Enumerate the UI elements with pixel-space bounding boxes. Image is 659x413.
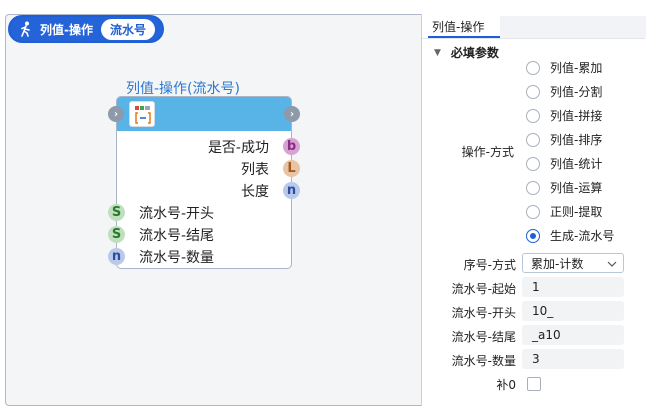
column-operation-icon [129, 101, 155, 127]
flow-in-arrow-icon[interactable]: › [108, 106, 124, 122]
field-start-input[interactable]: 1 [522, 277, 624, 297]
select-value: 累加-计数 [531, 256, 584, 271]
radio-button[interactable] [526, 60, 540, 75]
input-label-count: 流水号-数量 [139, 250, 215, 266]
field-suffix-input[interactable]: _a10 [522, 325, 624, 345]
sequence-mode-label: 序号-方式 [463, 258, 516, 272]
radio-option[interactable]: 列值-拼接 [526, 107, 602, 124]
field-label-start: 流水号-起始 [451, 282, 516, 296]
section-title: 必填参数 [450, 46, 499, 60]
radio-option[interactable]: 列值-分割 [526, 83, 602, 100]
radio-option[interactable]: 列值-累加 [526, 59, 602, 76]
node-header [117, 97, 291, 131]
chevron-down-icon [607, 256, 617, 270]
radio-button[interactable] [526, 132, 540, 147]
output-port-success[interactable]: b [283, 138, 300, 155]
sequence-mode-select[interactable]: 累加-计数 [522, 253, 624, 273]
tabbar-background [500, 16, 646, 38]
output-label-list: 列表 [241, 162, 269, 178]
radio-label: 列值-拼接 [550, 109, 603, 123]
radio-option[interactable]: 列值-排序 [526, 131, 602, 148]
radio-button[interactable] [526, 108, 540, 123]
radio-button-checked[interactable] [526, 228, 540, 243]
field-prefix-input[interactable]: 10_ [522, 301, 624, 321]
input-label-suffix: 流水号-结尾 [139, 228, 215, 244]
operation-mode-label: 操作-方式 [461, 145, 514, 159]
node-type-pill[interactable]: 列值-操作 流水号 [8, 15, 164, 43]
radio-label: 列值-统计 [550, 157, 603, 171]
caret-down-icon: ▼ [434, 47, 441, 58]
output-label-success: 是否-成功 [207, 140, 269, 156]
radio-label: 列值-运算 [550, 181, 603, 195]
tab-column-operation[interactable]: 列值-操作 [432, 18, 484, 35]
tabbar-divider [422, 38, 645, 39]
input-port-prefix[interactable]: S [108, 204, 125, 221]
radio-label: 列值-排序 [550, 133, 603, 147]
field-count-input[interactable]: 3 [522, 349, 624, 369]
radio-button[interactable] [526, 204, 540, 219]
section-required-params[interactable]: ▼ 必填参数 [434, 44, 499, 61]
radio-label: 列值-累加 [550, 61, 603, 75]
radio-option[interactable]: 列值-运算 [526, 179, 602, 196]
field-label-prefix: 流水号-开头 [451, 306, 516, 320]
pill-badge: 流水号 [100, 18, 155, 40]
output-label-length: 长度 [241, 184, 269, 200]
flow-out-arrow-icon[interactable]: › [284, 106, 300, 122]
radio-label: 正则-提取 [550, 205, 603, 219]
pad-zero-checkbox[interactable] [527, 377, 541, 391]
radio-button[interactable] [526, 84, 540, 99]
pad-zero-label: 补0 [496, 378, 516, 392]
property-panel: 列值-操作 ▼ 必填参数 操作-方式 列值-累加 列值-分割 列值-拼接 列值-… [421, 14, 646, 406]
field-label-count: 流水号-数量 [451, 354, 516, 368]
input-label-prefix: 流水号-开头 [139, 206, 215, 222]
radio-option-selected[interactable]: 生成-流水号 [526, 227, 614, 244]
node-card[interactable]: › › 是否-成功 b 列表 L 长度 n 流水号-开头 S 流水号-结尾 S … [108, 96, 300, 269]
input-port-suffix[interactable]: S [108, 226, 125, 243]
radio-option[interactable]: 列值-统计 [526, 155, 602, 172]
radio-label: 列值-分割 [550, 85, 603, 99]
radio-button[interactable] [526, 156, 540, 171]
output-port-list[interactable]: L [283, 160, 300, 177]
radio-button[interactable] [526, 180, 540, 195]
field-label-suffix: 流水号-结尾 [451, 330, 516, 344]
walking-person-icon [18, 21, 34, 37]
node-title: 列值-操作(流水号) [126, 81, 240, 97]
radio-label: 生成-流水号 [550, 229, 615, 243]
input-port-count[interactable]: n [108, 248, 125, 265]
pill-title: 列值-操作 [40, 22, 93, 37]
output-port-length[interactable]: n [283, 182, 300, 199]
radio-option[interactable]: 正则-提取 [526, 203, 602, 220]
